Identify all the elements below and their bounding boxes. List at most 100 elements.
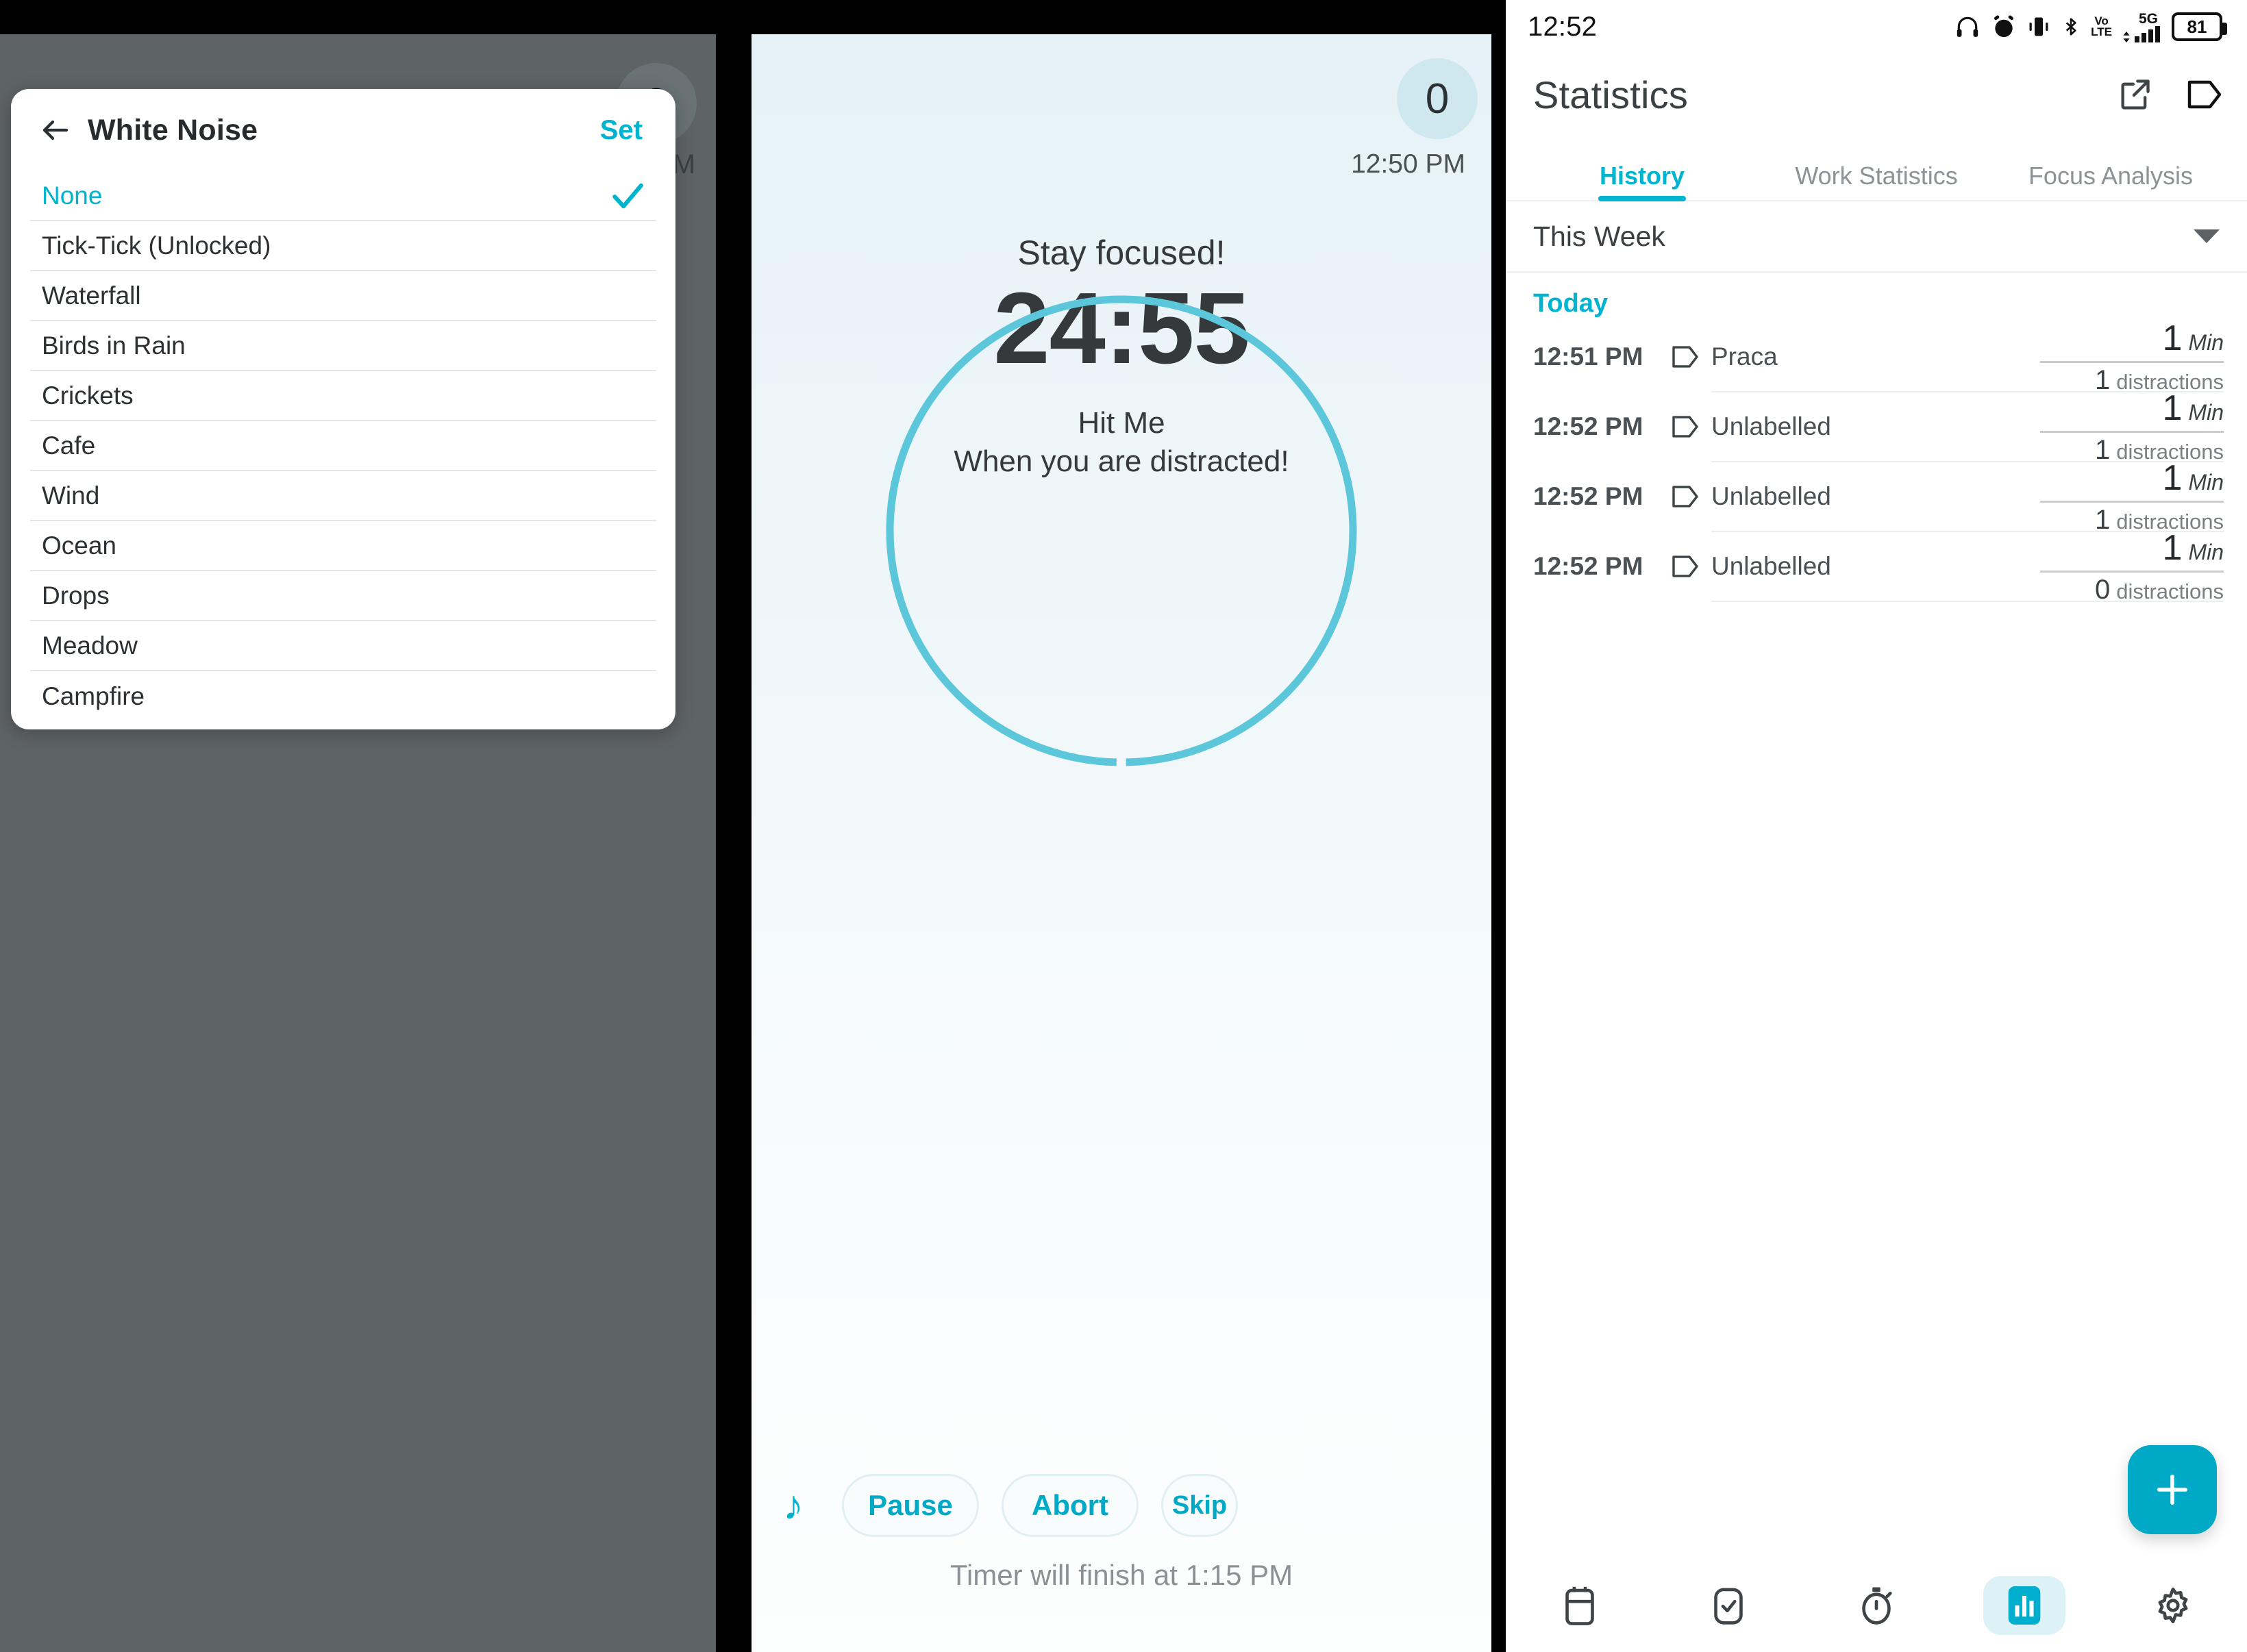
noise-option-label: Meadow — [42, 631, 138, 660]
current-clock: 12:50 PM — [1351, 149, 1465, 179]
nav-settings[interactable] — [2132, 1576, 2214, 1635]
battery-level: 81 — [2187, 16, 2207, 37]
pause-button[interactable]: Pause — [842, 1474, 979, 1537]
noise-option-label: Cafe — [42, 431, 96, 460]
row-minutes-unit: Min — [2188, 400, 2224, 425]
tag-icon — [1670, 485, 1711, 508]
row-minutes: 1 — [2162, 528, 2183, 568]
motto-text: Stay focused! — [1017, 234, 1226, 272]
tab-work-statistics[interactable]: Work Statistics — [1759, 162, 1994, 200]
table-row[interactable]: 12:52 PM Unlabelled 1 Min 0 distractions — [1506, 528, 2247, 605]
nav-calendar[interactable] — [1539, 1576, 1621, 1635]
list-item[interactable]: Birds in Rain — [30, 321, 656, 371]
bottom-navigation — [1506, 1559, 2247, 1652]
date-range-selector[interactable]: This Week — [1506, 201, 2247, 273]
list-item[interactable]: Cafe — [30, 421, 656, 471]
nav-timer[interactable] — [1835, 1576, 1917, 1635]
row-metrics: 1 Min 1 distractions — [2040, 318, 2224, 396]
noise-option-label: None — [42, 181, 103, 210]
distraction-badge[interactable]: 0 — [1397, 58, 1478, 139]
nav-tasks[interactable] — [1687, 1576, 1770, 1635]
list-item[interactable]: Wind — [30, 471, 656, 521]
table-row[interactable]: 12:51 PM Praca 1 Min 1 distractions — [1506, 318, 2247, 395]
gear-icon — [2154, 1586, 2192, 1625]
plus-icon — [2157, 1475, 2187, 1505]
noise-option-label: Waterfall — [42, 281, 141, 310]
history-list: 12:51 PM Praca 1 Min 1 distractions 12:5… — [1506, 318, 2247, 605]
list-item[interactable]: Ocean — [30, 521, 656, 571]
row-minutes: 1 — [2162, 458, 2183, 498]
check-icon — [607, 175, 648, 216]
white-noise-list: None Tick-Tick (Unlocked) Waterfall Bird… — [11, 171, 675, 721]
page-title: Statistics — [1533, 73, 1689, 116]
list-item[interactable]: Tick-Tick (Unlocked) — [30, 221, 656, 271]
white-noise-panel: 0 12:50 PM White Noise Set None — [0, 34, 716, 1652]
row-metrics: 1 Min 1 distractions — [2040, 388, 2224, 466]
hit-me-line-2: When you are distracted! — [954, 445, 1289, 479]
row-time: 12:52 PM — [1533, 482, 1643, 510]
finish-time-note: Timer will finish at 1:15 PM — [949, 1559, 1293, 1591]
abort-button[interactable]: Abort — [1002, 1474, 1139, 1537]
row-label: Unlabelled — [1711, 482, 1831, 510]
list-item[interactable]: Campfire — [30, 671, 656, 721]
row-minutes: 1 — [2162, 318, 2183, 358]
white-noise-header: White Noise Set — [11, 89, 675, 171]
row-metrics: 1 Min 0 distractions — [2040, 527, 2224, 605]
headphones-icon — [1954, 14, 1981, 40]
noise-option-label: Birds in Rain — [42, 331, 186, 360]
status-bar: 12:52 Vo LTE 5G 81 — [1506, 0, 2247, 53]
progress-ring — [882, 291, 1361, 771]
noise-option-label: Ocean — [42, 531, 117, 560]
battery-icon: 81 — [2172, 12, 2227, 41]
screenshot-stage: 0 12:50 PM White Noise Set None — [0, 0, 2247, 1652]
bluetooth-icon — [2061, 14, 2081, 40]
set-button[interactable]: Set — [597, 110, 645, 151]
tag-icon — [1670, 415, 1711, 438]
nav-statistics[interactable] — [1983, 1576, 2066, 1635]
table-row[interactable]: 12:52 PM Unlabelled 1 Min 1 distractions — [1506, 388, 2247, 465]
music-note-icon[interactable]: ♪ — [783, 1485, 842, 1526]
header-actions — [2117, 77, 2224, 112]
tab-history[interactable]: History — [1525, 162, 1759, 200]
noise-option-label: Wind — [42, 481, 100, 510]
add-button[interactable] — [2128, 1445, 2217, 1534]
statistics-header: Statistics — [1506, 53, 2247, 136]
status-bar-icons: Vo LTE 5G 81 — [1954, 10, 2227, 42]
row-minutes-unit: Min — [2188, 540, 2224, 564]
white-noise-title: White Noise — [88, 113, 258, 147]
tab-focus-analysis[interactable]: Focus Analysis — [1994, 162, 2228, 200]
list-item[interactable]: Drops — [30, 571, 656, 621]
row-label: Unlabelled — [1711, 552, 1831, 580]
list-item[interactable]: Meadow — [30, 621, 656, 671]
timer-controls: ♪ Pause Abort Skip — [752, 1474, 1491, 1537]
tag-icon — [1670, 345, 1711, 368]
tag-icon[interactable] — [2185, 78, 2224, 111]
date-range-label: This Week — [1533, 220, 1665, 252]
row-label: Praca — [1711, 342, 1778, 371]
row-minutes: 1 — [2162, 388, 2183, 428]
focus-timer-panel: 0 12:50 PM Stay focused! 24:55 Hit Me Wh… — [752, 34, 1491, 1652]
list-item[interactable]: Crickets — [30, 371, 656, 421]
hit-me-line-1: Hit Me — [1078, 406, 1165, 440]
share-external-icon[interactable] — [2117, 77, 2152, 112]
noise-option-label: Tick-Tick (Unlocked) — [42, 231, 271, 260]
tag-icon — [1670, 555, 1711, 578]
back-arrow-icon[interactable] — [34, 109, 77, 151]
noise-option-label: Drops — [42, 581, 110, 610]
skip-button[interactable]: Skip — [1161, 1474, 1238, 1537]
list-item[interactable]: None — [30, 171, 656, 221]
vibrate-icon — [2026, 14, 2051, 40]
row-metrics: 1 Min 1 distractions — [2040, 458, 2224, 536]
row-distractions: 0 — [2094, 575, 2111, 605]
status-bar-clock: 12:52 — [1528, 11, 1598, 42]
hit-me-button[interactable]: Hit Me When you are distracted! — [909, 404, 1334, 481]
network-label: 5G — [2138, 10, 2158, 27]
bar-chart-icon — [2007, 1586, 2041, 1625]
list-item[interactable]: Waterfall — [30, 271, 656, 321]
row-minutes-unit: Min — [2188, 330, 2224, 355]
distraction-count: 0 — [1425, 75, 1450, 123]
task-check-icon — [1709, 1585, 1748, 1626]
alarm-icon — [1991, 14, 2017, 40]
table-row[interactable]: 12:52 PM Unlabelled 1 Min 1 distractions — [1506, 458, 2247, 535]
row-time: 12:52 PM — [1533, 412, 1643, 440]
